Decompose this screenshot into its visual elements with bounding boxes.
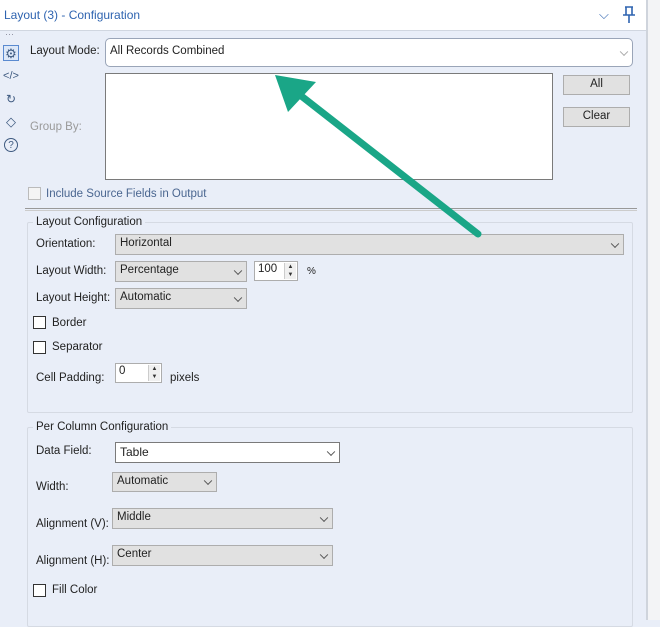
help-icon[interactable]: ? xyxy=(4,138,18,152)
chevron-down-icon xyxy=(233,293,243,302)
alignment-v-value: Middle xyxy=(117,511,151,523)
chevron-down-icon xyxy=(319,513,329,522)
layout-width-value: Percentage xyxy=(120,264,179,276)
spinner-arrows-icon[interactable]: ▲ ▼ xyxy=(148,365,160,381)
clear-button[interactable]: Clear xyxy=(563,107,630,127)
orientation-value: Horizontal xyxy=(120,237,172,249)
fill-color-label: Fill Color xyxy=(52,584,98,596)
width-dropdown[interactable]: Automatic xyxy=(112,472,217,492)
fill-color-checkbox[interactable] xyxy=(33,584,46,597)
chevron-down-icon xyxy=(610,239,620,248)
cell-padding-spinner[interactable]: 0 ▲ ▼ xyxy=(115,363,162,383)
spinner-arrows-icon[interactable]: ▲ ▼ xyxy=(284,263,296,279)
alignment-h-dropdown[interactable]: Center xyxy=(112,545,333,566)
divider xyxy=(25,208,637,211)
group-by-label: Group By: xyxy=(30,121,82,133)
border-checkbox[interactable] xyxy=(33,316,46,329)
per-column-configuration-title: Per Column Configuration xyxy=(33,421,172,433)
layout-width-amount: 100 xyxy=(258,263,278,275)
layout-height-dropdown[interactable]: Automatic xyxy=(115,288,247,309)
panel-header: Layout (3) - Configuration ⌵ xyxy=(0,0,646,31)
alignment-v-dropdown[interactable]: Middle xyxy=(112,508,333,529)
chevron-down-icon xyxy=(319,550,329,559)
group-by-listbox[interactable] xyxy=(105,73,553,180)
more-dots-icon: ··· xyxy=(5,29,14,39)
layout-width-label: Layout Width: xyxy=(36,265,107,277)
include-source-checkbox[interactable] xyxy=(28,187,41,200)
chevron-down-icon xyxy=(326,447,336,456)
separator-checkbox[interactable] xyxy=(33,341,46,354)
gear-icon[interactable]: ⚙ xyxy=(3,45,19,61)
pin-icon[interactable] xyxy=(622,6,636,24)
chevron-down-icon xyxy=(619,47,629,56)
layout-width-dropdown[interactable]: Percentage xyxy=(115,261,247,282)
width-value: Automatic xyxy=(117,475,169,487)
adjacent-panel-edge xyxy=(646,0,660,620)
select-all-button[interactable]: All xyxy=(563,75,630,95)
layout-width-unit: % xyxy=(307,266,316,277)
layout-mode-dropdown[interactable]: All Records Combined xyxy=(105,38,633,67)
code-icon[interactable]: </> xyxy=(3,68,19,84)
data-field-label: Data Field: xyxy=(36,445,92,457)
layout-height-value: Automatic xyxy=(120,291,172,303)
chevron-down-icon xyxy=(203,476,213,486)
border-label: Border xyxy=(52,317,87,329)
layout-width-spinner[interactable]: 100 ▲ ▼ xyxy=(254,261,298,281)
layout-mode-value: All Records Combined xyxy=(110,45,225,57)
data-field-value: Table xyxy=(120,445,149,459)
cell-padding-unit: pixels xyxy=(170,372,200,384)
cell-padding-label: Cell Padding: xyxy=(36,372,105,384)
include-source-label: Include Source Fields in Output xyxy=(46,188,207,200)
layout-configuration-title: Layout Configuration xyxy=(33,216,146,228)
panel-title: Layout (3) - Configuration xyxy=(4,8,141,22)
alignment-v-label: Alignment (V): xyxy=(36,518,109,530)
orientation-label: Orientation: xyxy=(36,238,96,250)
alignment-h-label: Alignment (H): xyxy=(36,555,110,567)
cell-padding-value: 0 xyxy=(119,365,126,377)
layout-mode-label: Layout Mode: xyxy=(30,45,100,57)
connection-icon[interactable]: ↻ xyxy=(3,91,19,107)
layout-height-label: Layout Height: xyxy=(36,292,111,304)
chevron-down-icon xyxy=(233,266,243,275)
data-field-dropdown[interactable]: Table xyxy=(115,442,340,463)
orientation-dropdown[interactable]: Horizontal xyxy=(115,234,624,255)
alignment-h-value: Center xyxy=(117,548,152,560)
chevron-down-icon[interactable]: ⌵ xyxy=(599,7,609,23)
tag-icon[interactable]: ◇ xyxy=(3,114,19,130)
width-label: Width: xyxy=(36,481,69,493)
separator-label: Separator xyxy=(52,341,103,353)
